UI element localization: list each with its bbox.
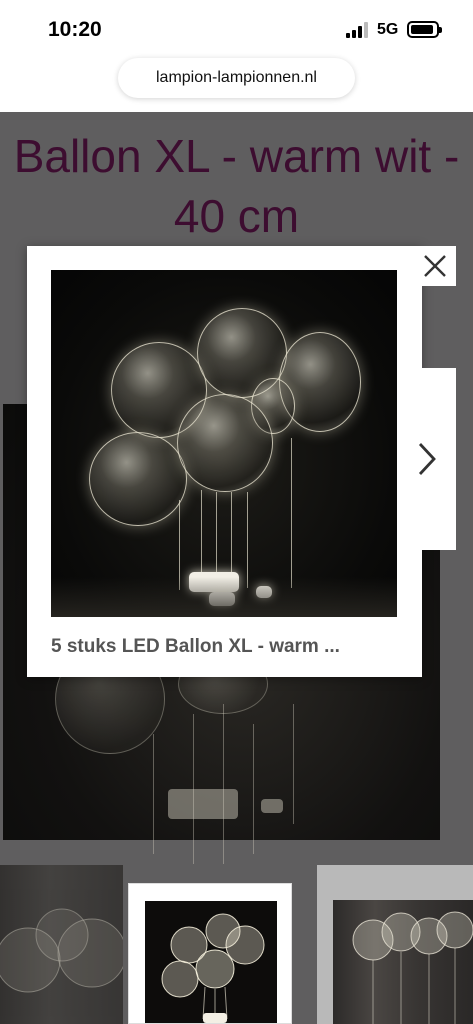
status-time: 10:20 bbox=[48, 18, 102, 41]
network-label: 5G bbox=[377, 21, 399, 38]
chevron-right-icon bbox=[418, 443, 436, 475]
address-bar[interactable]: lampion-lampionnen.nl bbox=[118, 58, 355, 98]
thumbnail-1[interactable] bbox=[0, 865, 123, 1024]
thumbnail-strip bbox=[0, 865, 473, 1024]
thumbnail-2-selected[interactable] bbox=[128, 883, 292, 1024]
status-bar: 10:20 5G bbox=[0, 0, 473, 56]
page-title: Ballon XL - warm wit - 40 cm bbox=[13, 130, 460, 242]
lightbox-image bbox=[51, 270, 397, 617]
thumbnail-2-image bbox=[145, 901, 277, 1023]
thumbnail-3-image bbox=[333, 900, 473, 1024]
next-image-button[interactable] bbox=[398, 368, 456, 550]
cellular-signal-icon bbox=[346, 22, 370, 38]
thumbnail-3[interactable] bbox=[317, 865, 473, 1024]
url-text: lampion-lampionnen.nl bbox=[156, 69, 317, 86]
image-lightbox: 5 stuks LED Ballon XL - warm ... bbox=[27, 246, 422, 677]
browser-address-area: lampion-lampionnen.nl bbox=[0, 56, 473, 112]
lightbox-caption: 5 stuks LED Ballon XL - warm ... bbox=[51, 636, 340, 657]
close-icon bbox=[424, 255, 446, 277]
close-button[interactable] bbox=[414, 246, 456, 286]
lightbox-image-ground bbox=[51, 577, 397, 617]
battery-icon bbox=[407, 21, 442, 38]
